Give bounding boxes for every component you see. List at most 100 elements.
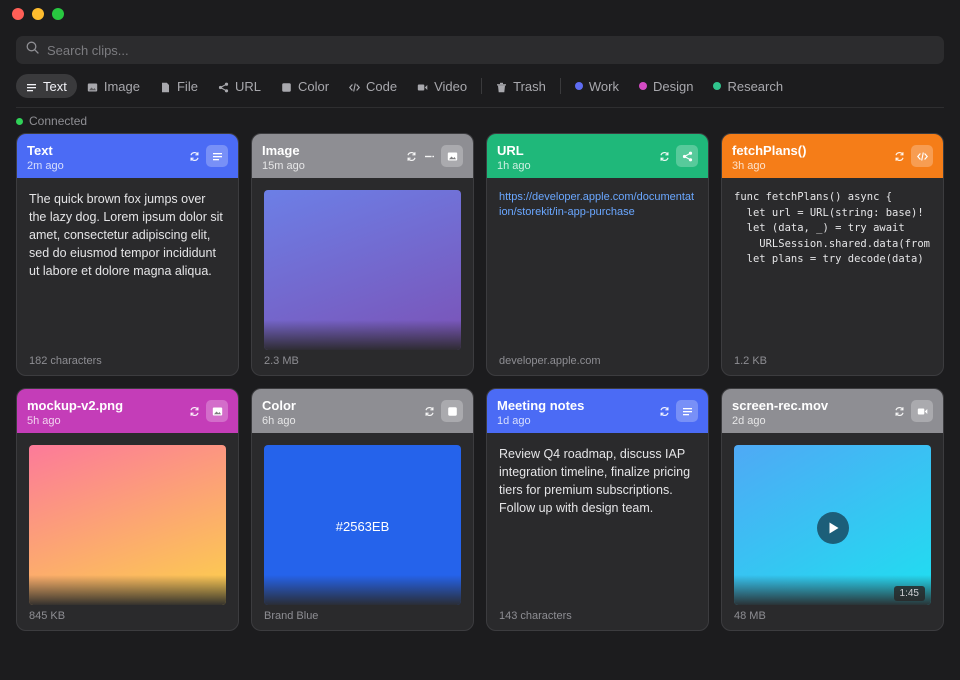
tag-work[interactable]: Work [565,74,629,98]
clip-card[interactable]: URL 1h ago https://developer.apple.com/d… [486,133,709,376]
image-icon [87,81,98,92]
image-thumbnail[interactable] [264,190,461,350]
filter-label: Research [727,78,784,94]
clip-card-header: Image 15m ago [252,134,473,178]
clip-actions [658,145,698,167]
tag-dot-icon [713,82,722,90]
clip-meta: 1.2 KB [734,355,768,367]
clip-card-header: Text 2m ago [17,134,238,178]
tag-research[interactable]: Research [703,74,793,98]
clip-card-body [17,433,238,605]
filter-color[interactable]: Color [271,74,339,98]
search-icon [26,41,39,59]
status-label: Connected [29,114,88,128]
square-icon [441,400,463,422]
tag-dot-icon [638,82,647,90]
filter-url[interactable]: URL [208,74,271,98]
filter-separator [559,78,561,94]
clip-actions [188,145,228,167]
lines-icon [676,400,698,422]
sync-icon[interactable] [188,405,200,417]
dash-icon[interactable] [423,150,435,162]
color-hex-value: #2563EB [335,519,390,534]
video-thumbnail[interactable]: 1:45 [734,445,931,605]
filter-label: File [176,78,198,94]
thumbnail-fade [264,320,461,350]
clip-meta: 182 characters [29,355,102,367]
clip-card-body: The quick brown fox jumps over the lazy … [17,178,238,280]
filter-label: Image [103,78,140,94]
sync-icon[interactable] [188,150,200,162]
close-window-button[interactable] [12,8,24,20]
lines-icon [206,145,228,167]
sync-icon[interactable] [423,405,435,417]
tag-design[interactable]: Design [629,74,703,98]
clip-meta: 48 MB [734,610,766,622]
clip-card[interactable]: fetchPlans() 3h ago func fetchPlans() as… [721,133,944,376]
filter-trash[interactable]: Trash [486,74,556,98]
clip-card-body: Review Q4 roadmap, discuss IAP integrati… [487,433,708,517]
clip-card[interactable]: Text 2m ago The quick brown fox jumps ov… [16,133,239,376]
minimize-window-button[interactable] [32,8,44,20]
window-controls [12,8,64,20]
zoom-window-button[interactable] [52,8,64,20]
trash-icon [496,81,507,92]
image-thumbnail[interactable] [29,445,226,605]
clip-meta: 143 characters [499,610,572,622]
clip-card-header: screen-rec.mov 2d ago [722,389,943,433]
lines-icon [26,81,37,92]
image-icon [206,400,228,422]
clip-card-body: func fetchPlans() async { let url = URL(… [722,178,943,268]
search-input[interactable] [47,42,927,58]
clip-actions [423,400,463,422]
clip-card[interactable]: screen-rec.mov 2d ago 1:45 48 MB [721,388,944,631]
image-icon [441,145,463,167]
connection-status: Connected [16,114,87,128]
filter-video[interactable]: Video [407,74,477,98]
video-icon [911,400,933,422]
sync-icon[interactable] [893,150,905,162]
clip-meta: 845 KB [29,610,66,622]
sync-icon[interactable] [658,405,670,417]
clip-card[interactable]: Color 6h ago #2563EB Brand Blue [251,388,474,631]
sync-icon[interactable] [658,150,670,162]
clip-url-link[interactable]: https://developer.apple.com/documentatio… [499,190,696,220]
clip-card-body: #2563EB [252,433,473,605]
filter-label: Text [43,78,67,94]
filter-label: Work [588,78,619,94]
filter-image[interactable]: Image [77,74,150,98]
square-icon [281,81,292,92]
clip-meta: developer.apple.com [499,355,601,367]
sync-icon[interactable] [405,150,417,162]
clip-code-content: func fetchPlans() async { let url = URL(… [734,191,930,265]
filter-label: Design [652,78,694,94]
thumbnail-fade [264,575,461,605]
filter-text[interactable]: Text [16,74,77,98]
clip-card-header: URL 1h ago [487,134,708,178]
file-icon [160,81,171,92]
filter-bar: Text Image File URL Color Code Video Trash Work D… [16,74,793,98]
filter-label: URL [234,78,261,94]
code-icon [911,145,933,167]
clip-card[interactable]: Meeting notes 1d ago Review Q4 roadmap, … [486,388,709,631]
clip-card-body: 1:45 [722,433,943,605]
clip-meta: 2.3 MB [264,355,299,367]
clip-card-header: mockup-v2.png 5h ago [17,389,238,433]
color-swatch[interactable]: #2563EB [264,445,461,605]
status-indicator-dot [16,117,23,125]
clip-card-header: fetchPlans() 3h ago [722,134,943,178]
search-bar[interactable] [16,36,944,64]
divider [16,107,944,108]
video-duration: 1:45 [893,586,925,601]
filter-label: Color [297,78,330,94]
clip-card[interactable]: Image 15m ago 2.3 MB [251,133,474,376]
play-icon[interactable] [817,512,849,544]
code-icon [349,81,361,92]
clip-actions [188,400,228,422]
sync-icon[interactable] [893,405,905,417]
filter-code[interactable]: Code [339,74,407,98]
thumbnail-fade [29,575,226,605]
filter-file[interactable]: File [150,74,208,98]
clip-card[interactable]: mockup-v2.png 5h ago 845 KB [16,388,239,631]
filter-label: Code [366,78,398,94]
